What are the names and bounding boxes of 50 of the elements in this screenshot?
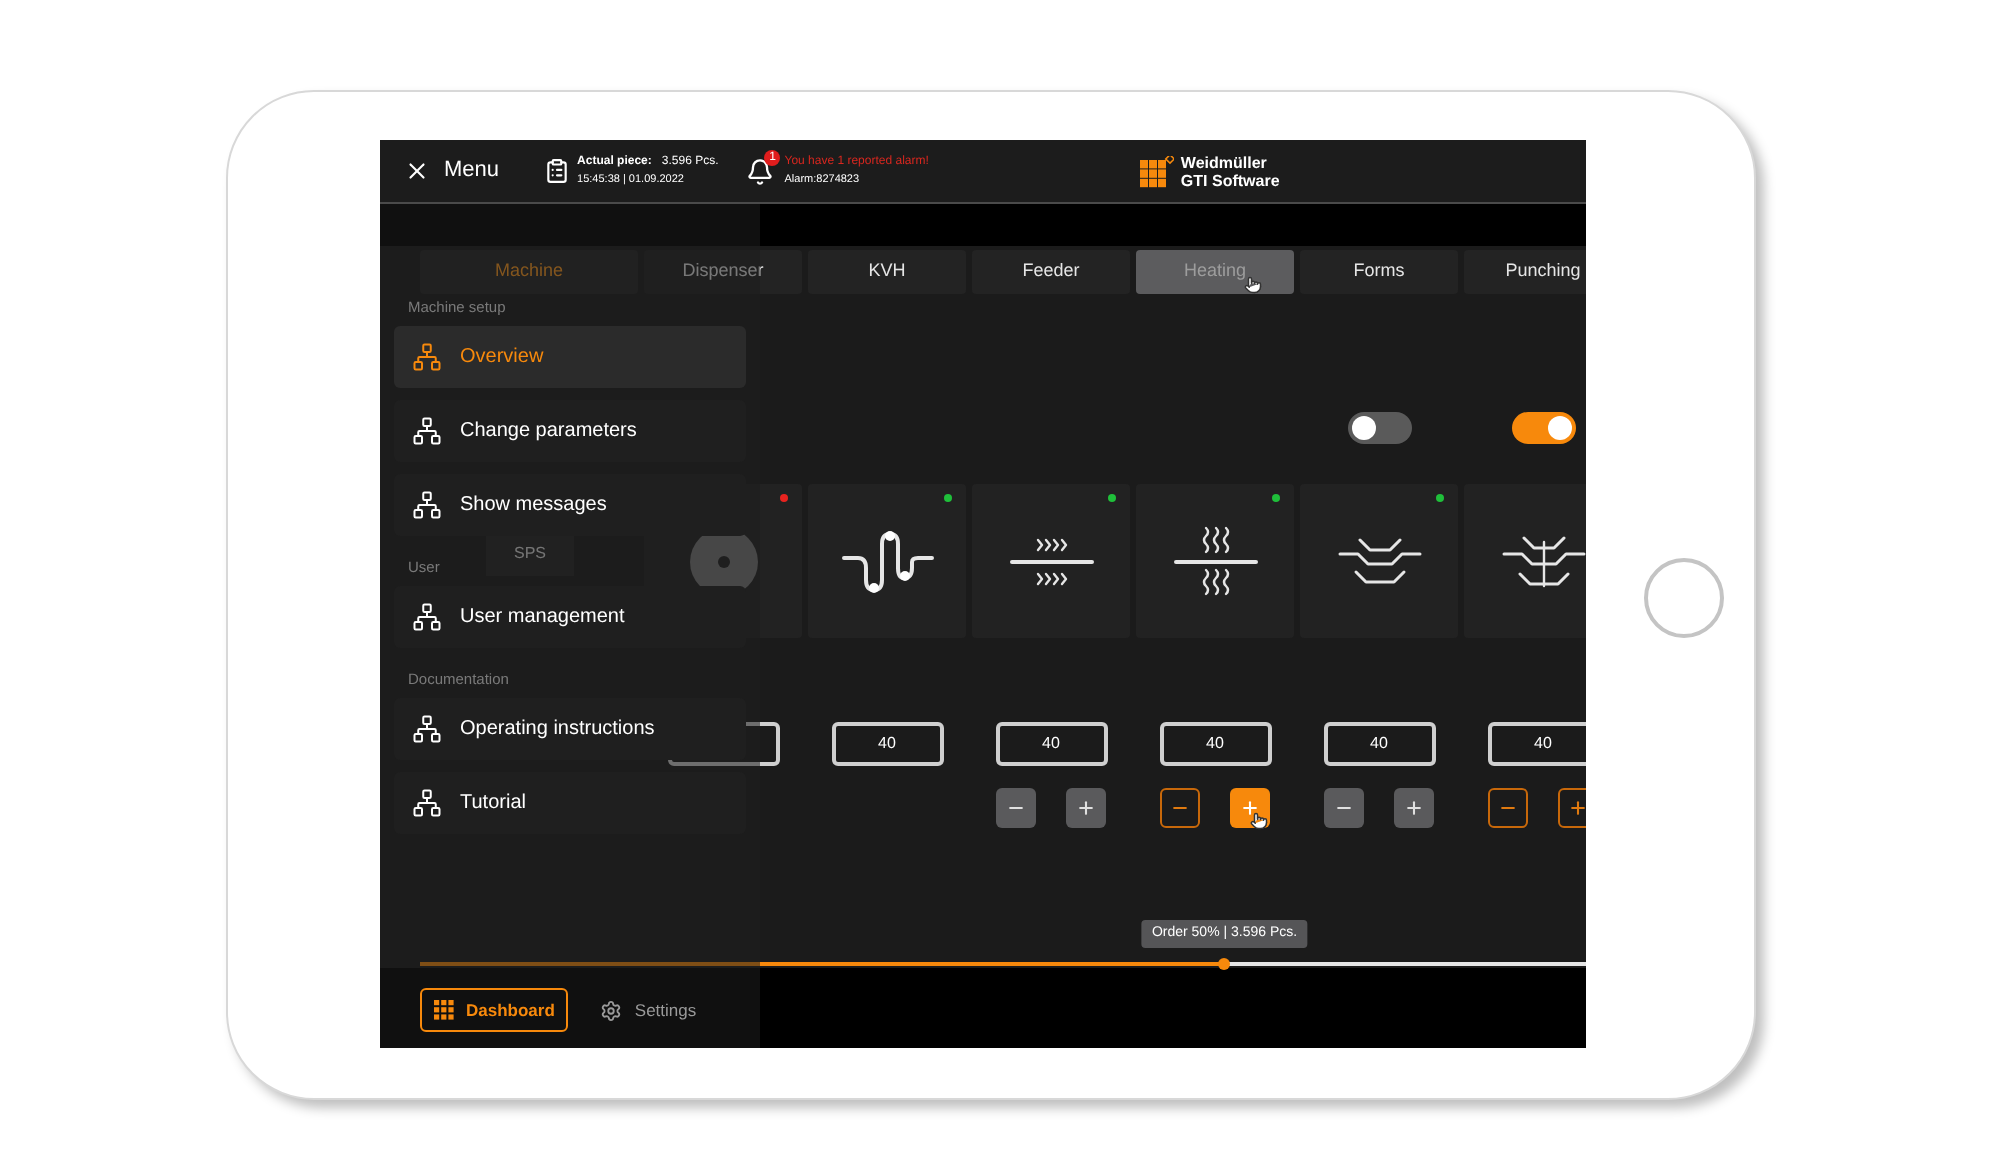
forming-tool-icon bbox=[1337, 537, 1421, 585]
station-card[interactable] bbox=[1300, 484, 1458, 638]
plus-icon bbox=[1404, 798, 1424, 818]
value-field[interactable]: 40 bbox=[1159, 722, 1271, 766]
plus-icon bbox=[1240, 798, 1260, 818]
tab[interactable]: KVH bbox=[808, 250, 966, 294]
hierarchy-icon bbox=[412, 602, 442, 632]
decrease-button[interactable] bbox=[1488, 788, 1528, 828]
logo-name: Weidmüller bbox=[1180, 153, 1269, 171]
clipboard-icon bbox=[543, 158, 570, 184]
station-card[interactable] bbox=[972, 484, 1130, 638]
decrease-button[interactable] bbox=[1160, 788, 1200, 828]
tab[interactable]: Forms bbox=[1300, 250, 1458, 294]
punching-tool-icon bbox=[1501, 535, 1585, 587]
plus-icon bbox=[1568, 798, 1586, 818]
menu-button[interactable]: Menu bbox=[404, 154, 500, 188]
tab[interactable]: Feeder bbox=[972, 250, 1130, 294]
station-card[interactable] bbox=[1136, 484, 1294, 638]
toggle-switch[interactable] bbox=[1511, 411, 1575, 443]
hierarchy-icon bbox=[412, 416, 442, 446]
increase-button[interactable] bbox=[1558, 788, 1586, 828]
increase-button[interactable] bbox=[1066, 788, 1106, 828]
value-field[interactable]: 40 bbox=[1487, 722, 1586, 766]
settings-button[interactable]: Settings bbox=[588, 988, 709, 1032]
value-field[interactable]: 40 bbox=[1323, 722, 1435, 766]
hierarchy-icon bbox=[412, 788, 442, 818]
hand-cursor-icon bbox=[1250, 812, 1268, 830]
tab[interactable]: Punching bbox=[1464, 250, 1586, 294]
settings-icon bbox=[600, 999, 623, 1021]
station-card[interactable] bbox=[808, 484, 966, 638]
hierarchy-icon bbox=[412, 714, 442, 744]
plus-icon bbox=[1076, 798, 1096, 818]
increase-button[interactable] bbox=[1394, 788, 1434, 828]
progress-thumb[interactable] bbox=[1218, 958, 1231, 970]
value-field[interactable]: 40 bbox=[831, 722, 943, 766]
dashboard-button[interactable]: Dashboard bbox=[420, 988, 569, 1032]
value-field[interactable]: 40 bbox=[995, 722, 1107, 766]
alarm-bell-icon[interactable] bbox=[746, 157, 775, 185]
logo-subtitle: GTI Software bbox=[1180, 171, 1280, 189]
heating-icon bbox=[1173, 525, 1257, 597]
grid-icon bbox=[434, 1000, 454, 1020]
hierarchy-icon bbox=[412, 490, 442, 520]
roller-path-icon bbox=[841, 527, 933, 595]
hierarchy-icon bbox=[412, 342, 442, 372]
hand-cursor-icon bbox=[1244, 276, 1262, 294]
logo-icon bbox=[1140, 155, 1175, 187]
close-icon bbox=[404, 158, 430, 184]
station-card[interactable] bbox=[1464, 484, 1586, 638]
menu-item[interactable]: Overview bbox=[394, 326, 746, 388]
toggle-switch[interactable] bbox=[1347, 411, 1411, 443]
